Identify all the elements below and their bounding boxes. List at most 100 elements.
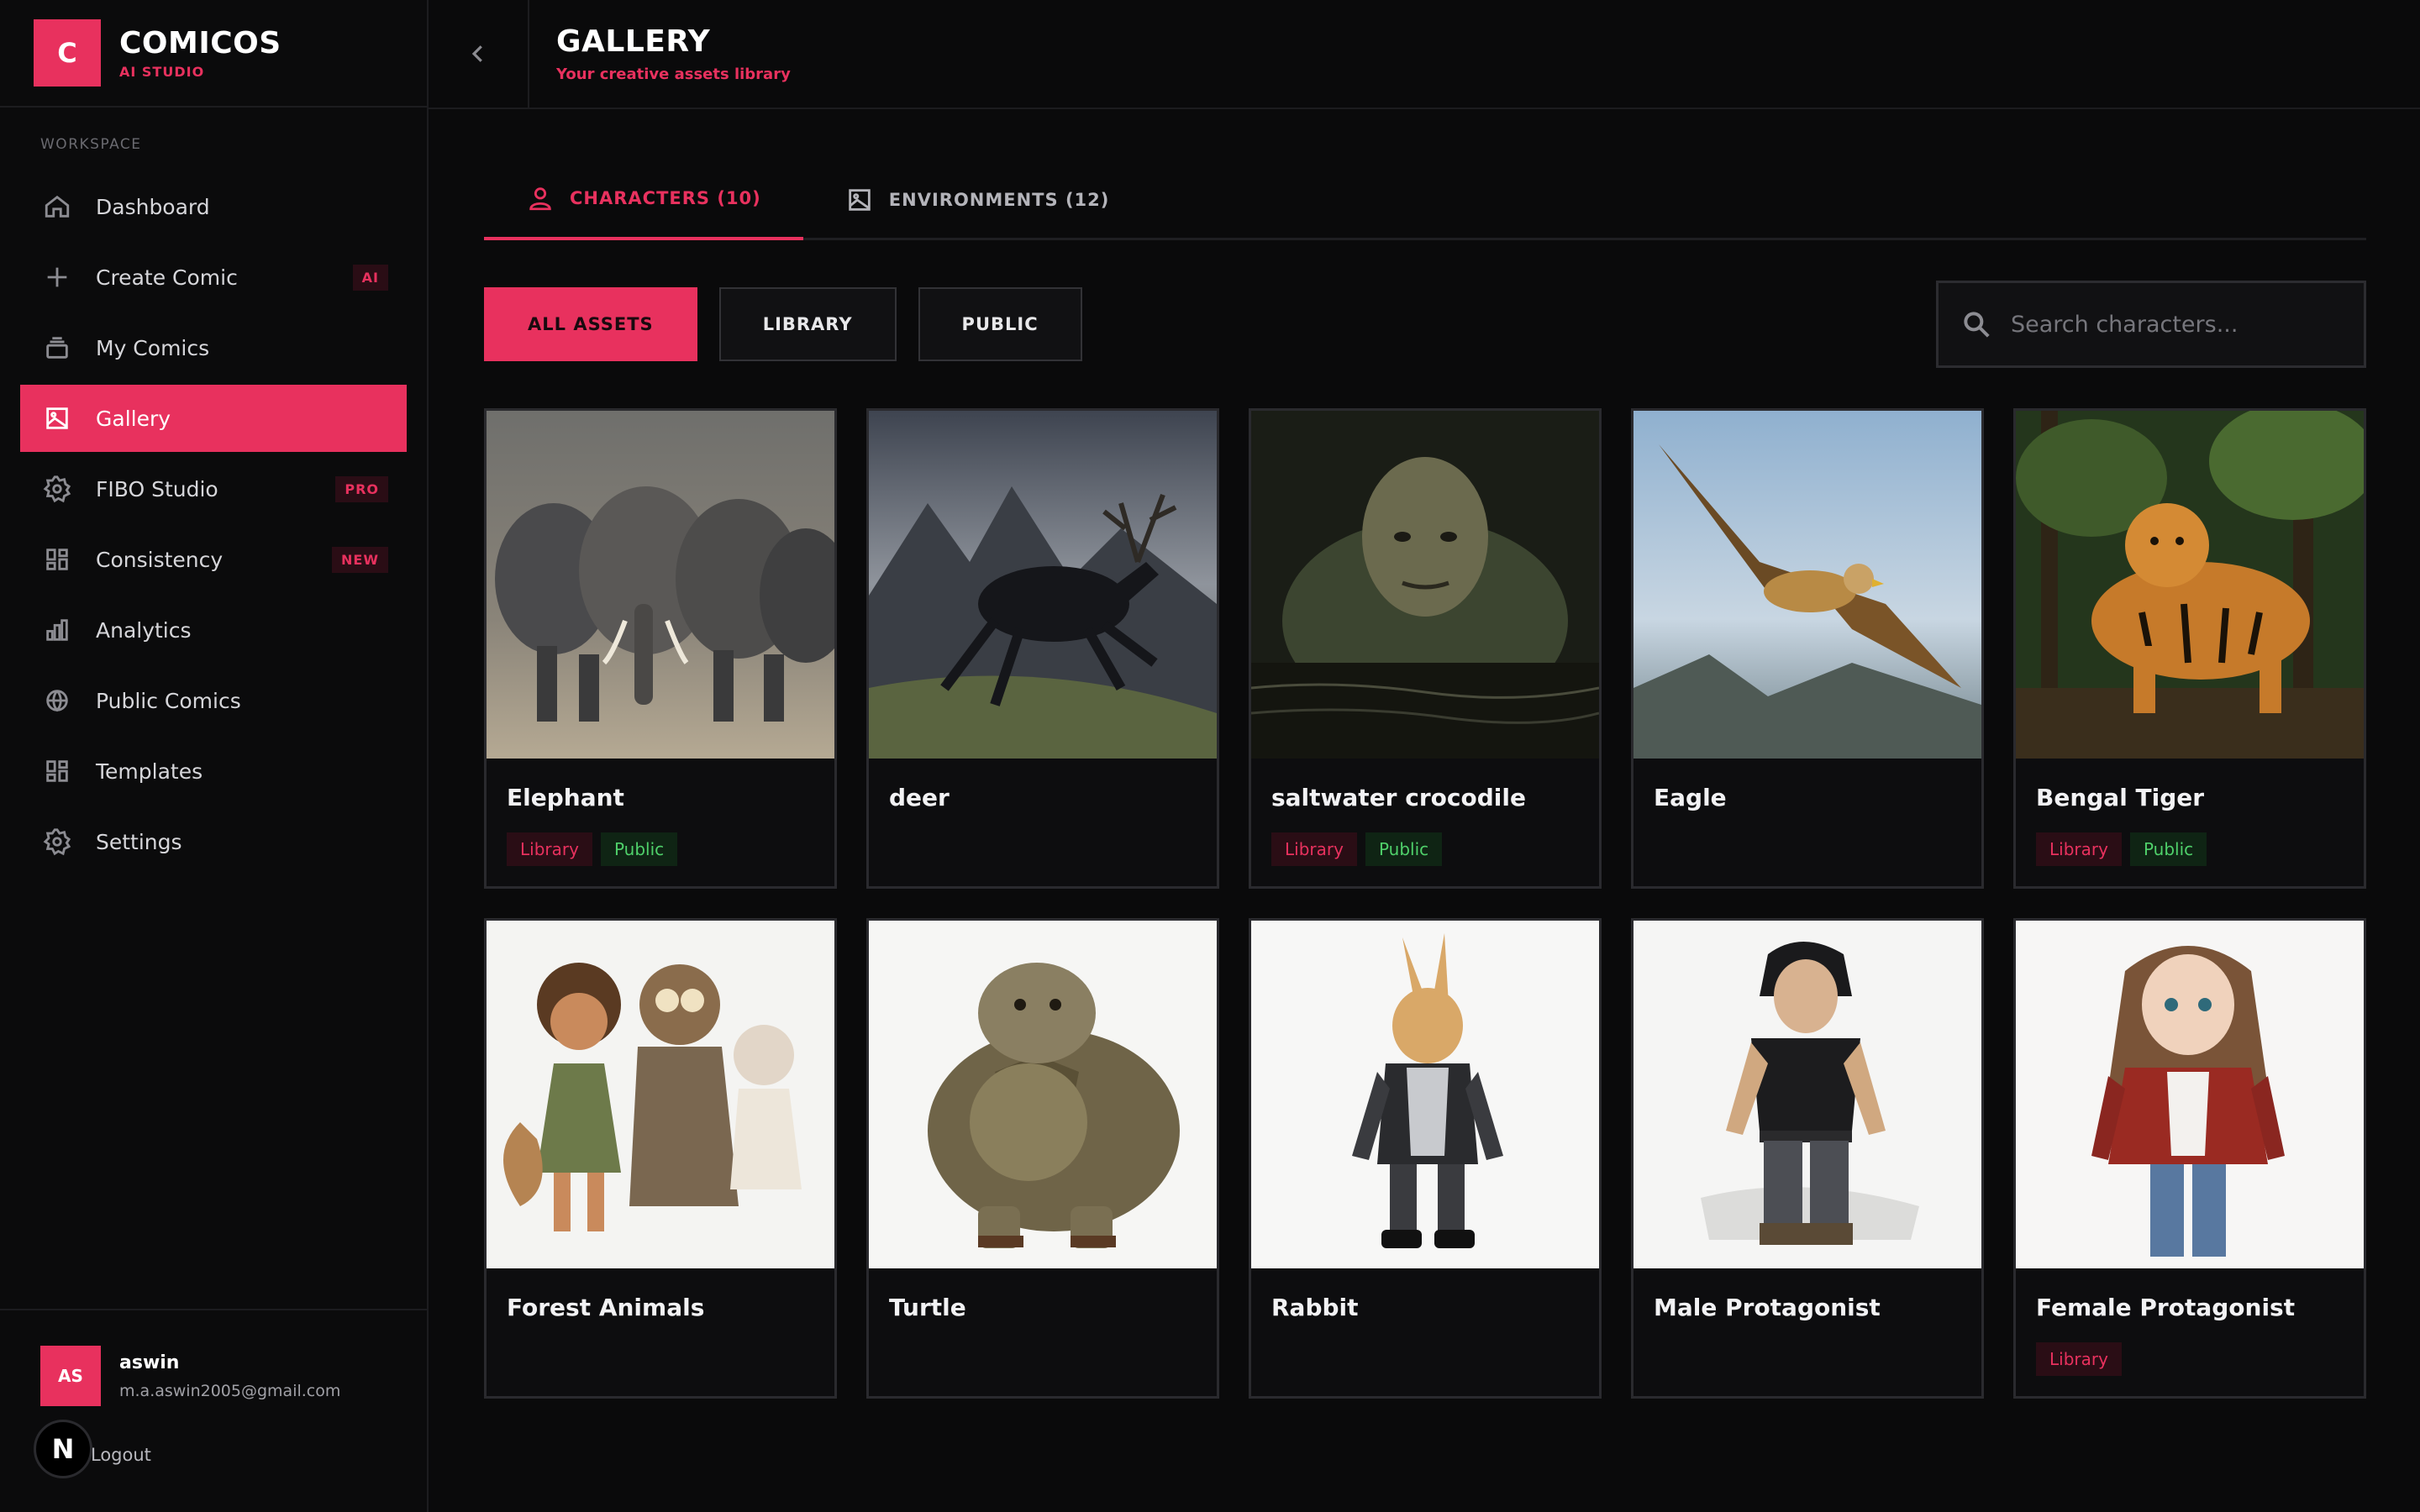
- search-input[interactable]: [2011, 311, 2347, 338]
- male-protagonist-image: [1634, 921, 1981, 1268]
- library-tag: Library: [507, 832, 592, 866]
- tab-label: ENVIRONMENTS (12): [888, 190, 1110, 210]
- filter-all-assets-button[interactable]: ALL ASSETS: [484, 287, 697, 361]
- sidebar-item-label: Public Comics: [96, 688, 241, 713]
- asset-grid: Elephant Library Public deer saltwater c…: [484, 408, 2366, 1399]
- topbar: GALLERY Your creative assets library: [429, 0, 2420, 109]
- asset-thumbnail: [2016, 411, 2364, 759]
- tab-environments[interactable]: ENVIRONMENTS (12): [803, 160, 1152, 240]
- image-icon: [849, 189, 871, 211]
- sidebar-item-consistency[interactable]: Consistency NEW: [20, 526, 407, 593]
- asset-card-name: Eagle: [1654, 784, 1727, 811]
- home-icon: [42, 192, 72, 222]
- asset-tabs: CHARACTERS (10) ENVIRONMENTS (12): [484, 160, 2366, 240]
- sidebar-item-analytics[interactable]: Analytics: [20, 596, 407, 664]
- asset-thumbnail: [869, 921, 1217, 1268]
- sidebar-item-label: Settings: [96, 829, 182, 854]
- back-button[interactable]: [429, 0, 529, 108]
- asset-card-male-protagonist[interactable]: Male Protagonist: [1631, 918, 1984, 1399]
- ai-badge: AI: [352, 264, 388, 291]
- asset-card-name: Rabbit: [1271, 1294, 1359, 1321]
- sidebar-item-label: Analytics: [96, 617, 192, 643]
- asset-card-name: Bengal Tiger: [2036, 784, 2205, 811]
- sidebar-item-settings[interactable]: Settings: [20, 808, 407, 875]
- page-subtitle: Your creative assets library: [556, 66, 791, 83]
- filter-library-button[interactable]: LIBRARY: [718, 287, 897, 361]
- asset-card-eagle[interactable]: Eagle: [1631, 408, 1984, 889]
- elephant-herd-image: [487, 411, 834, 759]
- section-label-workspace: WORKSPACE: [40, 136, 142, 153]
- bar-chart-icon: [42, 615, 72, 645]
- user-icon: [529, 187, 551, 211]
- chevron-left-icon: [471, 45, 482, 62]
- eagle-image: [1634, 411, 1981, 759]
- asset-card-name: Male Protagonist: [1654, 1294, 1881, 1321]
- sidebar: C COMICOS AI STUDIO WORKSPACE Dashboard …: [0, 0, 429, 1512]
- library-tag: Library: [1271, 832, 1357, 866]
- tiger-image: [2016, 411, 2364, 759]
- sidebar-nav: Dashboard Create Comic AI My Comics Gall…: [0, 173, 427, 875]
- sidebar-item-label: Templates: [96, 759, 203, 784]
- public-tag: Public: [2129, 832, 2207, 866]
- brand-name: COMICOS: [119, 25, 281, 60]
- pro-badge: PRO: [335, 475, 388, 502]
- asset-card-name: Forest Animals: [507, 1294, 705, 1321]
- asset-card-rabbit[interactable]: Rabbit: [1249, 918, 1602, 1399]
- avatar[interactable]: AS: [40, 1346, 101, 1406]
- sidebar-item-create-comic[interactable]: Create Comic AI: [20, 244, 407, 311]
- sidebar-item-label: FIBO Studio: [96, 476, 218, 501]
- filter-public-button[interactable]: PUBLIC: [918, 287, 1082, 361]
- asset-card-elephant[interactable]: Elephant Library Public: [484, 408, 837, 889]
- gear-icon: [42, 827, 72, 857]
- user-panel: AS aswin m.a.aswin2005@gmail.com Logout: [0, 1309, 427, 1512]
- asset-card-name: Elephant: [507, 784, 624, 811]
- sidebar-item-my-comics[interactable]: My Comics: [20, 314, 407, 381]
- asset-tags: Library: [2016, 1342, 2364, 1376]
- gear-icon: [42, 474, 72, 504]
- asset-thumbnail: [869, 411, 1217, 759]
- forest-animals-image: [487, 921, 834, 1268]
- logout-button[interactable]: Logout: [40, 1445, 427, 1465]
- asset-card-forest-animals[interactable]: Forest Animals: [484, 918, 837, 1399]
- asset-card-bengal-tiger[interactable]: Bengal Tiger Library Public: [2013, 408, 2366, 889]
- n-badge-icon[interactable]: N: [34, 1420, 92, 1478]
- sidebar-item-label: Dashboard: [96, 194, 210, 219]
- asset-tags: Library Public: [487, 832, 834, 866]
- asset-card-turtle[interactable]: Turtle: [866, 918, 1219, 1399]
- library-tag: Library: [2036, 1342, 2122, 1376]
- image-icon: [42, 403, 72, 433]
- public-tag: Public: [600, 832, 678, 866]
- asset-thumbnail: [1251, 921, 1599, 1268]
- asset-card-saltwater-crocodile[interactable]: saltwater crocodile Library Public: [1249, 408, 1602, 889]
- user-name: aswin: [119, 1352, 180, 1373]
- asset-card-female-protagonist[interactable]: Female Protagonist Library: [2013, 918, 2366, 1399]
- deer-image: [869, 411, 1217, 759]
- user-email: m.a.aswin2005@gmail.com: [119, 1381, 341, 1400]
- sidebar-item-templates[interactable]: Templates: [20, 738, 407, 805]
- asset-card-name: saltwater crocodile: [1271, 784, 1526, 811]
- grid-icon: [42, 544, 72, 575]
- sidebar-item-public-comics[interactable]: Public Comics: [20, 667, 407, 734]
- sidebar-item-dashboard[interactable]: Dashboard: [20, 173, 407, 240]
- sidebar-item-label: My Comics: [96, 335, 210, 360]
- globe-icon: [42, 685, 72, 716]
- sidebar-item-label: Create Comic: [96, 265, 238, 290]
- brand-subtitle: AI STUDIO: [119, 63, 205, 80]
- stack-icon: [42, 333, 72, 363]
- asset-card-name: Female Protagonist: [2036, 1294, 2296, 1321]
- asset-thumbnail: [1634, 411, 1981, 759]
- sidebar-item-fibo-studio[interactable]: FIBO Studio PRO: [20, 455, 407, 522]
- asset-thumbnail: [2016, 921, 2364, 1268]
- sidebar-item-gallery[interactable]: Gallery: [20, 385, 407, 452]
- brand-logo: C: [34, 19, 101, 87]
- asset-tags: Library Public: [1251, 832, 1599, 866]
- brand[interactable]: C COMICOS AI STUDIO: [0, 0, 427, 108]
- search-icon: [1964, 312, 1990, 338]
- asset-thumbnail: [487, 921, 834, 1268]
- tab-characters[interactable]: CHARACTERS (10): [484, 160, 803, 240]
- asset-thumbnail: [487, 411, 834, 759]
- tab-label: CHARACTERS (10): [570, 188, 761, 208]
- asset-card-deer[interactable]: deer: [866, 408, 1219, 889]
- library-tag: Library: [2036, 832, 2122, 866]
- rabbit-image: [1251, 921, 1599, 1268]
